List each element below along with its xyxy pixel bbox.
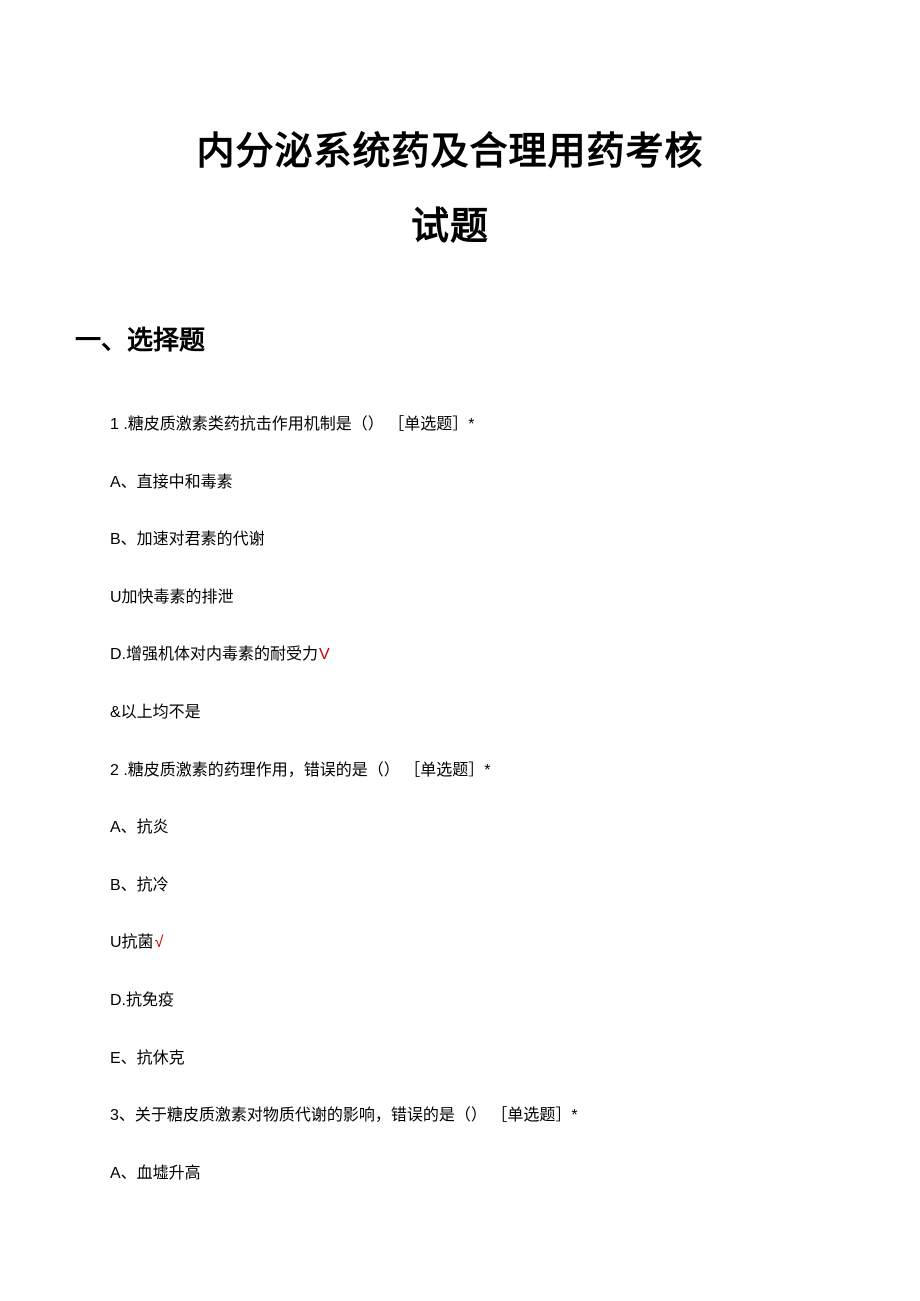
option-e: &以上均不是 (110, 700, 820, 726)
option-d: D.增强机体对内毒素的耐受力V (110, 642, 820, 668)
option-c: U加快毒素的排泄 (110, 585, 820, 611)
option-label: U抗菌 (110, 934, 154, 951)
option-b: B、抗冷 (110, 873, 820, 899)
section-heading: 一、选择题 (75, 320, 820, 357)
option-label: D.增强机体对内毒素的耐受力 (110, 646, 318, 663)
question-prompt: 1 .糖皮质激素类药抗击作用机制是（） ［单选题］* (110, 412, 820, 438)
question-number: 3、 (110, 1107, 135, 1124)
option-a: A、血墟升高 (110, 1161, 820, 1187)
question-prompt: 3、关于糖皮质激素对物质代谢的影响，错误的是（） ［单选题］* (110, 1103, 820, 1129)
option-a: A、抗炎 (110, 815, 820, 841)
option-c: U抗菌√ (110, 930, 820, 956)
question-prompt: 2 .糖皮质激素的药理作用，错误的是（） ［单选题］* (110, 758, 820, 784)
option-b: B、加速对君素的代谢 (110, 527, 820, 553)
question-number: 1 (110, 416, 119, 433)
question-text: 关于糖皮质激素对物质代谢的影响，错误的是（） ［单选题］* (135, 1107, 578, 1124)
check-icon: √ (155, 934, 164, 951)
title-line-1: 内分泌系统药及合理用药考核 (80, 120, 820, 175)
question-text: .糖皮质激素的药理作用，错误的是（） ［单选题］* (119, 762, 491, 779)
check-icon: V (319, 646, 330, 663)
option-e: E、抗休克 (110, 1046, 820, 1072)
question-text: .糖皮质激素类药抗击作用机制是（） ［单选题］* (119, 416, 475, 433)
option-a: A、直接中和毒素 (110, 470, 820, 496)
document-title: 内分泌系统药及合理用药考核 试题 (80, 120, 820, 250)
questions-container: 1 .糖皮质激素类药抗击作用机制是（） ［单选题］* A、直接中和毒素 B、加速… (110, 412, 820, 1186)
option-d: D.抗免疫 (110, 988, 820, 1014)
title-line-2: 试题 (80, 195, 820, 250)
question-number: 2 (110, 762, 119, 779)
